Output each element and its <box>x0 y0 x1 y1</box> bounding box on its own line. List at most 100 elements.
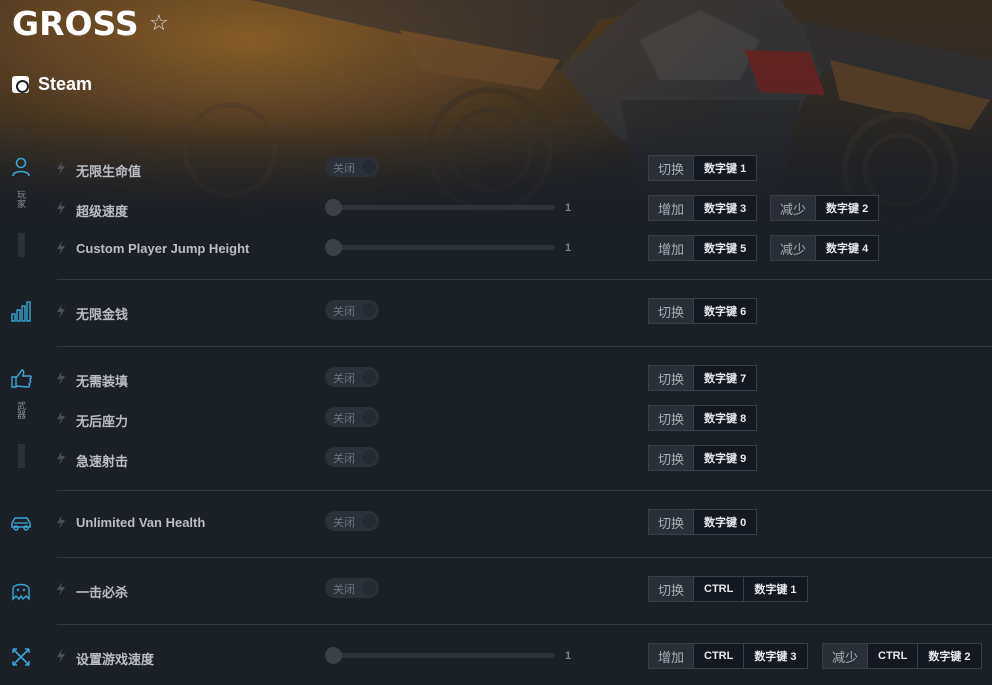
cheat-toggle[interactable]: 关闭 <box>325 578 379 598</box>
hotkey-group[interactable]: 增加 CTRL 数字键 3 <box>648 643 808 669</box>
hotkey-key[interactable]: 数字键 1 <box>694 155 758 181</box>
section-divider <box>57 624 992 625</box>
value-slider-thumb[interactable] <box>325 647 342 664</box>
cheat-name: 一击必杀 <box>76 585 129 600</box>
hotkey-key[interactable]: CTRL <box>694 643 745 669</box>
hotkey-key[interactable]: 数字键 2 <box>918 643 982 669</box>
value-slider-thumb[interactable] <box>325 239 342 256</box>
hotkey-key[interactable]: 数字键 3 <box>744 643 808 669</box>
lightning-icon <box>57 451 65 465</box>
hotkey-key[interactable]: CTRL <box>694 576 745 602</box>
hotkey-key[interactable]: 数字键 5 <box>694 235 758 261</box>
hotkey-action-button[interactable]: 增加 <box>648 643 695 669</box>
hotkey-key[interactable]: 数字键 7 <box>694 365 758 391</box>
toggle-state-label: 关闭 <box>333 163 355 175</box>
hotkey-action-button[interactable]: 切换 <box>648 365 695 391</box>
hotkey-action-button[interactable]: 减少 <box>770 195 817 221</box>
toggle-knob <box>362 160 376 174</box>
hotkey-key[interactable]: 数字键 1 <box>744 576 808 602</box>
hotkey-group[interactable]: 切换 数字键 7 <box>648 365 758 391</box>
hotkey-action-button[interactable]: 增加 <box>648 195 695 221</box>
cheat-name: 无限金钱 <box>76 307 129 322</box>
cheat-name: 设置游戏速度 <box>76 652 155 667</box>
hotkey-action-button[interactable]: 切换 <box>648 405 695 431</box>
cheat-row: 无限金钱 关闭 切换 数字键 6 <box>0 298 992 326</box>
cheat-row: 无需装填 关闭 切换 数字键 7 <box>0 365 992 393</box>
hotkey-key[interactable]: 数字键 8 <box>694 405 758 431</box>
cheat-row: 无限生命值 关闭 切换 数字键 1 <box>0 155 992 183</box>
toggle-knob <box>362 370 376 384</box>
steam-icon <box>12 76 29 93</box>
cheat-name: 超级速度 <box>76 204 129 219</box>
hotkey-group[interactable]: 减少 CTRL 数字键 2 <box>822 643 982 669</box>
toggle-knob <box>362 410 376 424</box>
hotkey-key[interactable]: 数字键 2 <box>816 195 880 221</box>
hotkey-group[interactable]: 切换 数字键 0 <box>648 509 758 535</box>
toggle-state-label: 关闭 <box>333 453 355 465</box>
cheat-toggle[interactable]: 关闭 <box>325 511 379 531</box>
hotkey-action-button[interactable]: 切换 <box>648 509 695 535</box>
lightning-icon <box>57 201 65 215</box>
value-slider-track[interactable] <box>333 653 555 658</box>
platform-badge: Steam <box>12 74 92 95</box>
hotkey-action-button[interactable]: 减少 <box>822 643 869 669</box>
value-slider-track[interactable] <box>333 245 555 250</box>
hotkey-action-button[interactable]: 切换 <box>648 155 695 181</box>
lightning-icon <box>57 411 65 425</box>
toggle-state-label: 关闭 <box>333 413 355 425</box>
cheat-name: 无需装填 <box>76 374 129 389</box>
hotkey-key[interactable]: 数字键 4 <box>816 235 880 261</box>
hotkey-key[interactable]: CTRL <box>868 643 919 669</box>
favorite-star-icon[interactable]: ☆ <box>149 10 169 36</box>
slider-value: 1 <box>565 242 572 254</box>
lightning-icon <box>57 371 65 385</box>
hotkey-key[interactable]: 数字键 0 <box>694 509 758 535</box>
hotkey-action-button[interactable]: 切换 <box>648 298 695 324</box>
hotkey-key[interactable]: 数字键 3 <box>694 195 758 221</box>
cheat-name: 无限生命值 <box>76 164 142 179</box>
toggle-state-label: 关闭 <box>333 306 355 318</box>
slider-value: 1 <box>565 202 572 214</box>
toggle-knob <box>362 450 376 464</box>
hotkey-key[interactable]: 数字键 9 <box>694 445 758 471</box>
hotkey-group[interactable]: 减少 数字键 2 <box>770 195 880 221</box>
value-slider-thumb[interactable] <box>325 199 342 216</box>
hotkey-group[interactable]: 切换 数字键 9 <box>648 445 758 471</box>
platform-label: Steam <box>38 74 93 94</box>
hotkey-group[interactable]: 切换 数字键 1 <box>648 155 758 181</box>
value-slider-track[interactable] <box>333 205 555 210</box>
cheat-toggle[interactable]: 关闭 <box>325 367 379 387</box>
hotkey-action-button[interactable]: 切换 <box>648 576 695 602</box>
hotkey-group[interactable]: 增加 数字键 3 <box>648 195 758 221</box>
cheat-toggle[interactable]: 关闭 <box>325 447 379 467</box>
cheat-toggle[interactable]: 关闭 <box>325 157 379 177</box>
cheat-name: Custom Player Jump Height <box>76 241 250 256</box>
section-divider <box>57 490 992 491</box>
section-divider <box>57 557 992 558</box>
hotkey-group[interactable]: 切换 数字键 6 <box>648 298 758 324</box>
cheat-toggle[interactable]: 关闭 <box>325 300 379 320</box>
cheat-name: 无后座力 <box>76 414 129 429</box>
game-title: GROSS <box>12 4 139 43</box>
hotkey-group[interactable]: 切换 数字键 8 <box>648 405 758 431</box>
hotkey-group[interactable]: 切换 CTRL 数字键 1 <box>648 576 808 602</box>
cheat-row: 设置游戏速度 1 增加 CTRL 数字键 3 减少 CTRL 数字键 2 <box>0 643 992 671</box>
cheat-name: 急速射击 <box>76 454 129 469</box>
hotkey-group[interactable]: 增加 数字键 5 <box>648 235 758 261</box>
hotkey-group[interactable]: 减少 数字键 4 <box>770 235 880 261</box>
toggle-state-label: 关闭 <box>333 517 355 529</box>
hotkey-action-button[interactable]: 增加 <box>648 235 695 261</box>
cheat-toggle[interactable]: 关闭 <box>325 407 379 427</box>
cheat-row: 超级速度 1 增加 数字键 3 减少 数字键 2 <box>0 195 992 223</box>
lightning-icon <box>57 649 65 663</box>
cheat-row: 一击必杀 关闭 切换 CTRL 数字键 1 <box>0 576 992 604</box>
toggle-state-label: 关闭 <box>333 584 355 596</box>
section-divider <box>57 346 992 347</box>
toggle-knob <box>362 581 376 595</box>
lightning-icon <box>57 582 65 596</box>
lightning-icon <box>57 304 65 318</box>
cheat-row: 无后座力 关闭 切换 数字键 8 <box>0 405 992 433</box>
hotkey-key[interactable]: 数字键 6 <box>694 298 758 324</box>
hotkey-action-button[interactable]: 切换 <box>648 445 695 471</box>
hotkey-action-button[interactable]: 减少 <box>770 235 817 261</box>
